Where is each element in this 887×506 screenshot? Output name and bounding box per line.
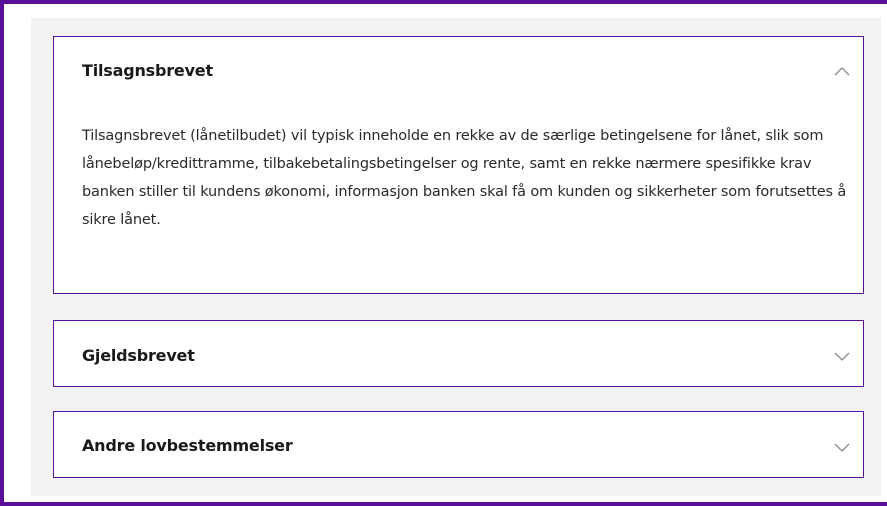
page-frame: Tilsagnsbrevet Tilsagnsbrevet (lånetilbu… (0, 0, 887, 506)
accordion-title: Andre lovbestemmelser (82, 436, 293, 455)
accordion-title: Tilsagnsbrevet (82, 61, 213, 80)
accordion-header-tilsagnsbrevet[interactable]: Tilsagnsbrevet (54, 37, 863, 107)
accordion-item-tilsagnsbrevet: Tilsagnsbrevet Tilsagnsbrevet (lånetilbu… (53, 36, 864, 294)
chevron-up-icon[interactable] (833, 65, 851, 77)
chevron-down-icon[interactable] (833, 441, 851, 453)
accordion-title: Gjeldsbrevet (82, 346, 195, 365)
chevron-down-icon[interactable] (833, 350, 851, 362)
accordion-item-gjeldsbrevet: Gjeldsbrevet (53, 320, 864, 387)
accordion-header-gjeldsbrevet[interactable]: Gjeldsbrevet (54, 321, 863, 391)
accordion-item-andre-lovbestemmelser: Andre lovbestemmelser (53, 411, 864, 478)
accordion-panel: Tilsagnsbrevet Tilsagnsbrevet (lånetilbu… (31, 18, 881, 496)
accordion-body-text: Tilsagnsbrevet (lånetilbudet) vil typisk… (82, 128, 847, 228)
accordion-header-andre-lovbestemmelser[interactable]: Andre lovbestemmelser (54, 412, 863, 482)
